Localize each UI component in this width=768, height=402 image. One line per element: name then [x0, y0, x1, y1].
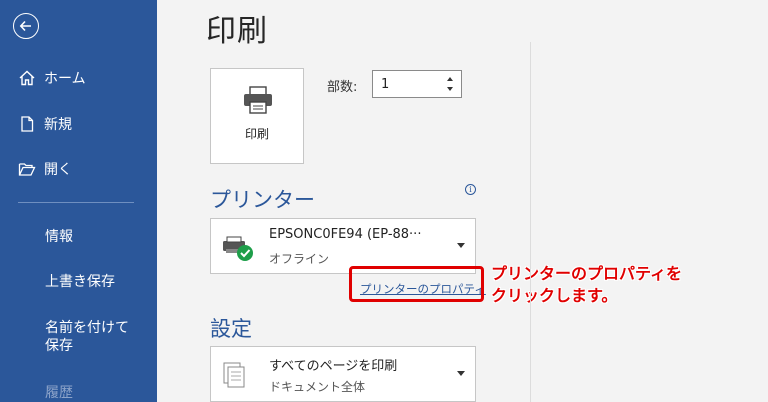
printer-name: EPSONC0FE94 (EP-88··· [269, 227, 422, 242]
info-icon[interactable]: i [465, 184, 476, 195]
arrow-left-icon [19, 20, 31, 32]
annotation-line-1: プリンターのプロパティを [491, 264, 683, 283]
annotation-callout: プリンターのプロパティを クリックします。 [491, 263, 682, 307]
printer-icon [244, 86, 272, 114]
printer-ready-icon [223, 236, 253, 261]
page-title: 印刷 [206, 14, 268, 49]
sidebar-divider [18, 202, 134, 203]
printer-section-title: プリンター [210, 188, 315, 212]
preview-divider [530, 42, 531, 402]
home-icon [19, 70, 35, 86]
back-button[interactable] [13, 13, 39, 39]
print-button[interactable]: 印刷 [210, 68, 304, 164]
sidebar-item-info[interactable]: 情報 [45, 228, 145, 246]
print-pane: 印刷 印刷 部数: 1 プリンター i EPSONC0FE94 (EP-88··… [157, 0, 768, 402]
sidebar-item-new[interactable]: 新規 [0, 106, 157, 142]
sidebar-item-label: 開く [44, 162, 72, 178]
annotation-line-2: クリックします。 [491, 286, 618, 305]
pages-icon [223, 362, 245, 388]
sidebar-item-home[interactable]: ホーム [0, 60, 157, 96]
settings-section-title: 設定 [210, 317, 252, 341]
new-document-icon [21, 116, 34, 132]
copies-value: 1 [381, 77, 390, 92]
sidebar-item-label: ホーム [44, 71, 86, 87]
printer-status: オフライン [269, 252, 330, 266]
sidebar-item-open[interactable]: 開く [0, 151, 157, 187]
backstage-sidebar: ホーム 新規 開く 情報 上書き保存 名前を付けて保存 履歴 [0, 0, 157, 402]
open-folder-icon [18, 163, 36, 176]
sidebar-item-history[interactable]: 履歴 [45, 384, 145, 402]
sidebar-item-label: 新規 [44, 117, 72, 133]
spin-arrows-icon[interactable] [445, 73, 455, 95]
highlight-box [349, 266, 484, 302]
pages-dropdown[interactable]: すべてのページを印刷 ドキュメント全体 [210, 346, 476, 402]
chevron-down-icon [457, 371, 465, 376]
pages-option-title: すべてのページを印刷 [269, 359, 398, 374]
sidebar-item-save[interactable]: 上書き保存 [45, 273, 145, 291]
pages-option-subtitle: ドキュメント全体 [269, 380, 366, 394]
print-button-label: 印刷 [244, 127, 269, 141]
chevron-down-icon [457, 243, 465, 248]
copies-stepper[interactable]: 1 [372, 70, 462, 98]
sidebar-item-save-as[interactable]: 名前を付けて保存 [45, 319, 141, 355]
copies-label: 部数: [327, 80, 358, 95]
